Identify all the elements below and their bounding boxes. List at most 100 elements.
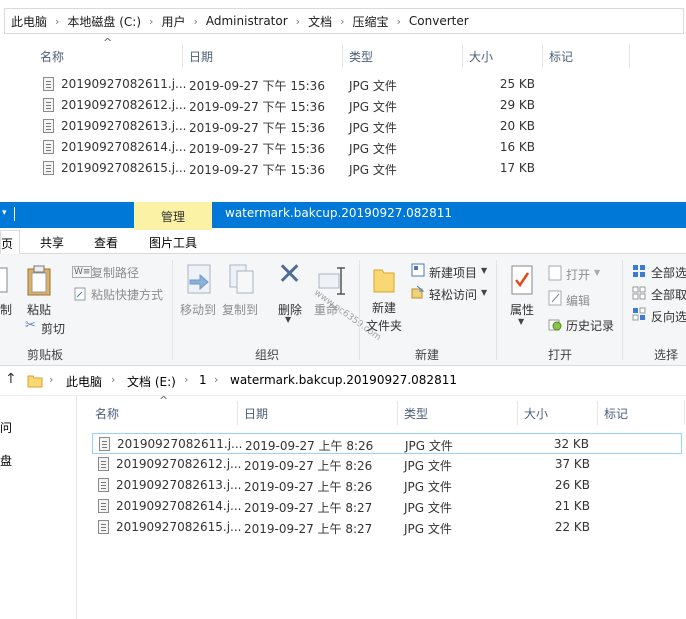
column-header-size[interactable]: 大小: [469, 42, 493, 70]
breadcrumb-item[interactable]: watermark.bakcup.20190927.082811: [230, 373, 457, 387]
copy-button[interactable]: 制: [0, 301, 12, 318]
tab-picture-tools[interactable]: 图片工具: [149, 234, 197, 251]
column-header-tags[interactable]: 标记: [549, 42, 573, 70]
column-header-date[interactable]: 日期: [189, 42, 213, 70]
copy-to-button[interactable]: 复制到: [222, 301, 258, 318]
select-none-button[interactable]: 全部取: [651, 286, 686, 303]
breadcrumb-item[interactable]: 此电脑: [11, 13, 47, 30]
breadcrumb-item[interactable]: Administrator: [206, 14, 288, 28]
group-label-select: 选择: [654, 348, 679, 362]
move-to-icon[interactable]: [186, 264, 214, 296]
column-divider[interactable]: [342, 44, 343, 68]
column-header-type[interactable]: 类型: [404, 399, 428, 427]
nav-item[interactable]: 问: [0, 419, 12, 436]
column-header-type[interactable]: 类型: [349, 42, 373, 70]
tab-manage[interactable]: 管理: [134, 202, 212, 230]
column-divider[interactable]: [462, 44, 463, 68]
chevron-right-icon[interactable]: ›: [214, 373, 218, 386]
address-bar[interactable]: 此电脑 › 本地磁盘 (C:) › 用户 › Administrator › 文…: [4, 8, 684, 34]
paste-shortcut-button[interactable]: 粘贴快捷方式: [91, 286, 163, 303]
column-divider[interactable]: [237, 401, 238, 425]
breadcrumb-item[interactable]: 文档 (E:): [127, 373, 176, 390]
file-name: 20190927082615.j...: [61, 161, 187, 175]
file-row[interactable]: 20190927082613.j... 2019-09-27 上午 8:26 JPG…: [92, 475, 682, 496]
chevron-right-icon: ›: [55, 14, 60, 28]
cut-button[interactable]: 剪切: [41, 320, 65, 337]
group-label-clipboard: 剪贴板: [27, 348, 64, 362]
file-row[interactable]: 20190927082613.j... 2019-09-27 下午 15:36 JP…: [37, 116, 627, 137]
title-bar-left[interactable]: ▾: [0, 202, 134, 228]
chevron-down-icon[interactable]: ▼: [518, 317, 524, 326]
file-type: JPG 文件: [349, 142, 397, 156]
column-header-name[interactable]: 名称: [95, 399, 119, 427]
easy-access-button[interactable]: 轻松访问: [429, 286, 477, 303]
open-icon: [548, 265, 562, 281]
tab-share[interactable]: 共享: [40, 234, 64, 251]
image-file-icon: [43, 161, 54, 175]
breadcrumb-item[interactable]: 1: [199, 373, 207, 387]
open-button[interactable]: 打开: [566, 266, 590, 283]
file-row[interactable]: 20190927082614.j... 2019-09-27 上午 8:27 JPG…: [92, 496, 682, 517]
breadcrumb-item[interactable]: 用户: [161, 13, 185, 30]
nav-item[interactable]: 盘: [0, 452, 12, 469]
chevron-right-icon[interactable]: ›: [111, 373, 115, 386]
copy-to-icon[interactable]: [228, 264, 256, 296]
move-to-button[interactable]: 移动到: [180, 301, 216, 318]
column-divider[interactable]: [597, 401, 598, 425]
column-divider[interactable]: [629, 44, 630, 68]
file-row[interactable]: 20190927082611.j... 2019-09-27 下午 15:36 JP…: [37, 74, 627, 95]
file-row[interactable]: 20190927082615.j... 2019-09-27 上午 8:27 JPG…: [92, 517, 682, 538]
edit-button[interactable]: 编辑: [566, 292, 590, 309]
chevron-down-icon[interactable]: ▼: [481, 288, 487, 297]
image-file-icon: [98, 520, 109, 534]
easy-access-icon: [411, 285, 425, 299]
tab-view[interactable]: 查看: [94, 234, 118, 251]
copy-path-button[interactable]: 复制路径: [91, 264, 139, 281]
new-folder-button[interactable]: 新建: [372, 299, 396, 316]
breadcrumb-item[interactable]: 此电脑: [66, 373, 102, 390]
address-bar[interactable]: ↑ › 此电脑 › 文档 (E:) › 1 › watermark.bakcup…: [0, 366, 686, 396]
chevron-right-icon[interactable]: ›: [184, 373, 188, 386]
file-row[interactable]: 20190927082611.j... 2019-09-27 上午 8:26 JPG…: [92, 433, 682, 454]
new-item-icon: [411, 263, 425, 277]
chevron-down-icon[interactable]: ▼: [594, 268, 600, 277]
file-row[interactable]: 20190927082612.j... 2019-09-27 下午 15:36 JP…: [37, 95, 627, 116]
copy-icon[interactable]: [0, 266, 8, 296]
breadcrumb-item[interactable]: 文档: [308, 13, 332, 30]
select-all-button[interactable]: 全部选: [651, 264, 686, 281]
chevron-right-icon[interactable]: ›: [49, 373, 53, 386]
clipboard-icon[interactable]: [26, 264, 52, 296]
column-header-date[interactable]: 日期: [244, 399, 268, 427]
column-divider[interactable]: [542, 44, 543, 68]
properties-button[interactable]: 属性: [510, 301, 534, 318]
column-header-tags[interactable]: 标记: [604, 399, 628, 427]
history-button[interactable]: 历史记录: [566, 317, 614, 334]
breadcrumb-item[interactable]: 压缩宝: [353, 13, 389, 30]
column-divider[interactable]: [684, 401, 685, 425]
paste-button[interactable]: 粘贴: [27, 301, 51, 318]
file-name: 20190927082611.j...: [61, 77, 187, 91]
image-file-icon: [98, 457, 109, 471]
file-row[interactable]: 20190927082614.j... 2019-09-27 下午 15:36 JP…: [37, 137, 627, 158]
breadcrumb-item[interactable]: 本地磁盘 (C:): [67, 13, 141, 30]
properties-icon[interactable]: [510, 264, 534, 296]
column-header-size[interactable]: 大小: [524, 399, 548, 427]
breadcrumb-item[interactable]: Converter: [409, 14, 469, 28]
column-header-name[interactable]: 名称: [40, 42, 64, 70]
column-divider[interactable]: [182, 44, 183, 68]
quick-access-dropdown-icon[interactable]: ▾: [2, 208, 7, 218]
group-divider: [172, 260, 173, 360]
file-name: 20190927082613.j...: [61, 119, 187, 133]
file-row[interactable]: 20190927082612.j... 2019-09-27 上午 8:26 JPG…: [92, 454, 682, 475]
column-divider[interactable]: [397, 401, 398, 425]
column-divider[interactable]: [517, 401, 518, 425]
file-row[interactable]: 20190927082615.j... 2019-09-27 下午 15:36 JP…: [37, 158, 627, 179]
tab-home[interactable]: 页: [0, 230, 20, 254]
new-folder-icon[interactable]: [372, 264, 396, 294]
invert-selection-button[interactable]: 反向选: [651, 308, 686, 325]
new-item-button[interactable]: 新建项目: [429, 264, 477, 281]
chevron-down-icon[interactable]: ▼: [481, 266, 487, 275]
up-arrow-icon[interactable]: ↑: [5, 371, 17, 387]
chevron-down-icon[interactable]: ▼: [285, 315, 291, 324]
file-type: JPG 文件: [349, 121, 397, 135]
